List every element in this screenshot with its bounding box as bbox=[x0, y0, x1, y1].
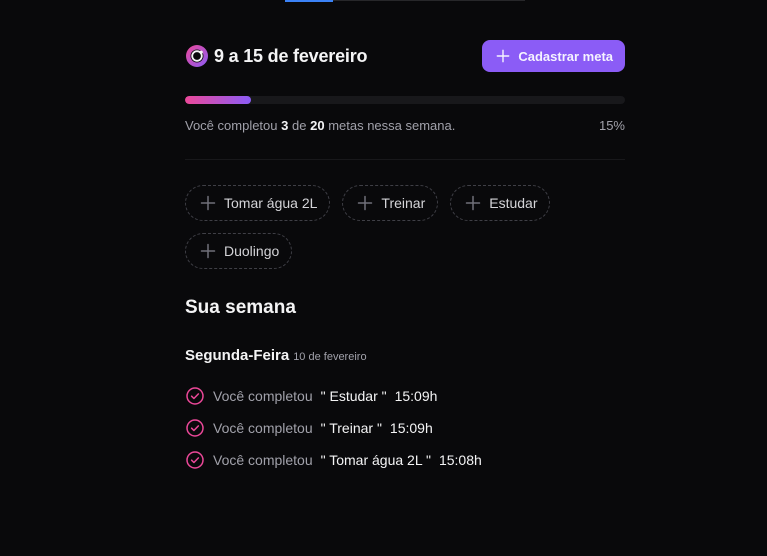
progress-of: de bbox=[292, 118, 307, 133]
pending-goal-button[interactable]: Treinar bbox=[342, 185, 439, 221]
completion-list: Você completou " Estudar " 15:09h Você c… bbox=[185, 380, 625, 476]
pending-goal-button[interactable]: Duolingo bbox=[185, 233, 293, 269]
section-divider bbox=[185, 159, 625, 160]
completion-prefix: Você completou bbox=[213, 420, 313, 436]
plus-icon bbox=[200, 243, 216, 259]
completion-time: 15:08h bbox=[438, 452, 482, 468]
weekly-summary: 9 a 15 de fevereiro Cadastrar meta Você … bbox=[185, 40, 625, 476]
progress-bar bbox=[185, 96, 625, 104]
circle-check-icon bbox=[186, 451, 204, 469]
week-range: 9 a 15 de fevereiro bbox=[185, 44, 367, 68]
progress-percent: 15% bbox=[598, 118, 625, 133]
pending-goal-label: Estudar bbox=[489, 195, 538, 211]
day-group: Segunda-Feira 10 de fevereiro Você compl… bbox=[185, 347, 625, 476]
circle-check-icon bbox=[186, 419, 204, 437]
progress-prefix: Você completou bbox=[185, 118, 278, 133]
completion-time: 15:09h bbox=[394, 388, 438, 404]
create-goal-label: Cadastrar meta bbox=[518, 48, 613, 64]
plus-icon bbox=[496, 49, 510, 63]
completion-item: Você completou " Treinar " 15:09h bbox=[185, 412, 625, 444]
completion-item: Você completou " Estudar " 15:09h bbox=[185, 380, 625, 412]
day-heading: Segunda-Feira 10 de fevereiro bbox=[185, 347, 625, 364]
completion-prefix: Você completou bbox=[213, 388, 313, 404]
progress-fill bbox=[185, 96, 251, 104]
completed-count: 3 bbox=[281, 118, 289, 133]
pending-goals: Tomar água 2L Treinar Estudar Duolingo bbox=[185, 185, 585, 269]
completion-time: 15:09h bbox=[389, 420, 433, 436]
progress-text: Você completou 3 de 20 metas nessa seman… bbox=[185, 118, 455, 133]
plus-icon bbox=[358, 195, 373, 211]
plus-icon bbox=[465, 195, 481, 211]
total-count: 20 bbox=[310, 118, 325, 133]
plus-icon bbox=[200, 195, 216, 211]
pending-goal-button[interactable]: Tomar água 2L bbox=[185, 185, 331, 221]
pending-goal-label: Tomar água 2L bbox=[224, 195, 318, 211]
progress-info: Você completou 3 de 20 metas nessa seman… bbox=[185, 118, 625, 133]
pending-goal-button[interactable]: Estudar bbox=[450, 185, 551, 221]
top-divider-accent bbox=[285, 0, 333, 2]
completion-goal: " Tomar água 2L " bbox=[320, 452, 431, 468]
pending-goal-label: Treinar bbox=[381, 195, 426, 211]
create-goal-button[interactable]: Cadastrar meta bbox=[482, 40, 625, 72]
summary-header: 9 a 15 de fevereiro Cadastrar meta bbox=[185, 40, 625, 72]
pending-goal-label: Duolingo bbox=[224, 243, 280, 259]
week-section-title: Sua semana bbox=[185, 297, 296, 318]
day-date: 10 de fevereiro bbox=[293, 351, 367, 363]
week-title: 9 a 15 de fevereiro bbox=[214, 45, 368, 66]
completion-goal: " Treinar " bbox=[320, 420, 382, 436]
circle-check-icon bbox=[186, 387, 204, 405]
progress-suffix: metas nessa semana. bbox=[328, 118, 456, 133]
completion-item: Você completou " Tomar água 2L " 15:08h bbox=[185, 444, 625, 476]
in-orbit-logo-icon bbox=[186, 45, 208, 67]
day-name: Segunda-Feira bbox=[185, 347, 290, 364]
completion-goal: " Estudar " bbox=[320, 388, 387, 404]
completion-prefix: Você completou bbox=[213, 452, 313, 468]
